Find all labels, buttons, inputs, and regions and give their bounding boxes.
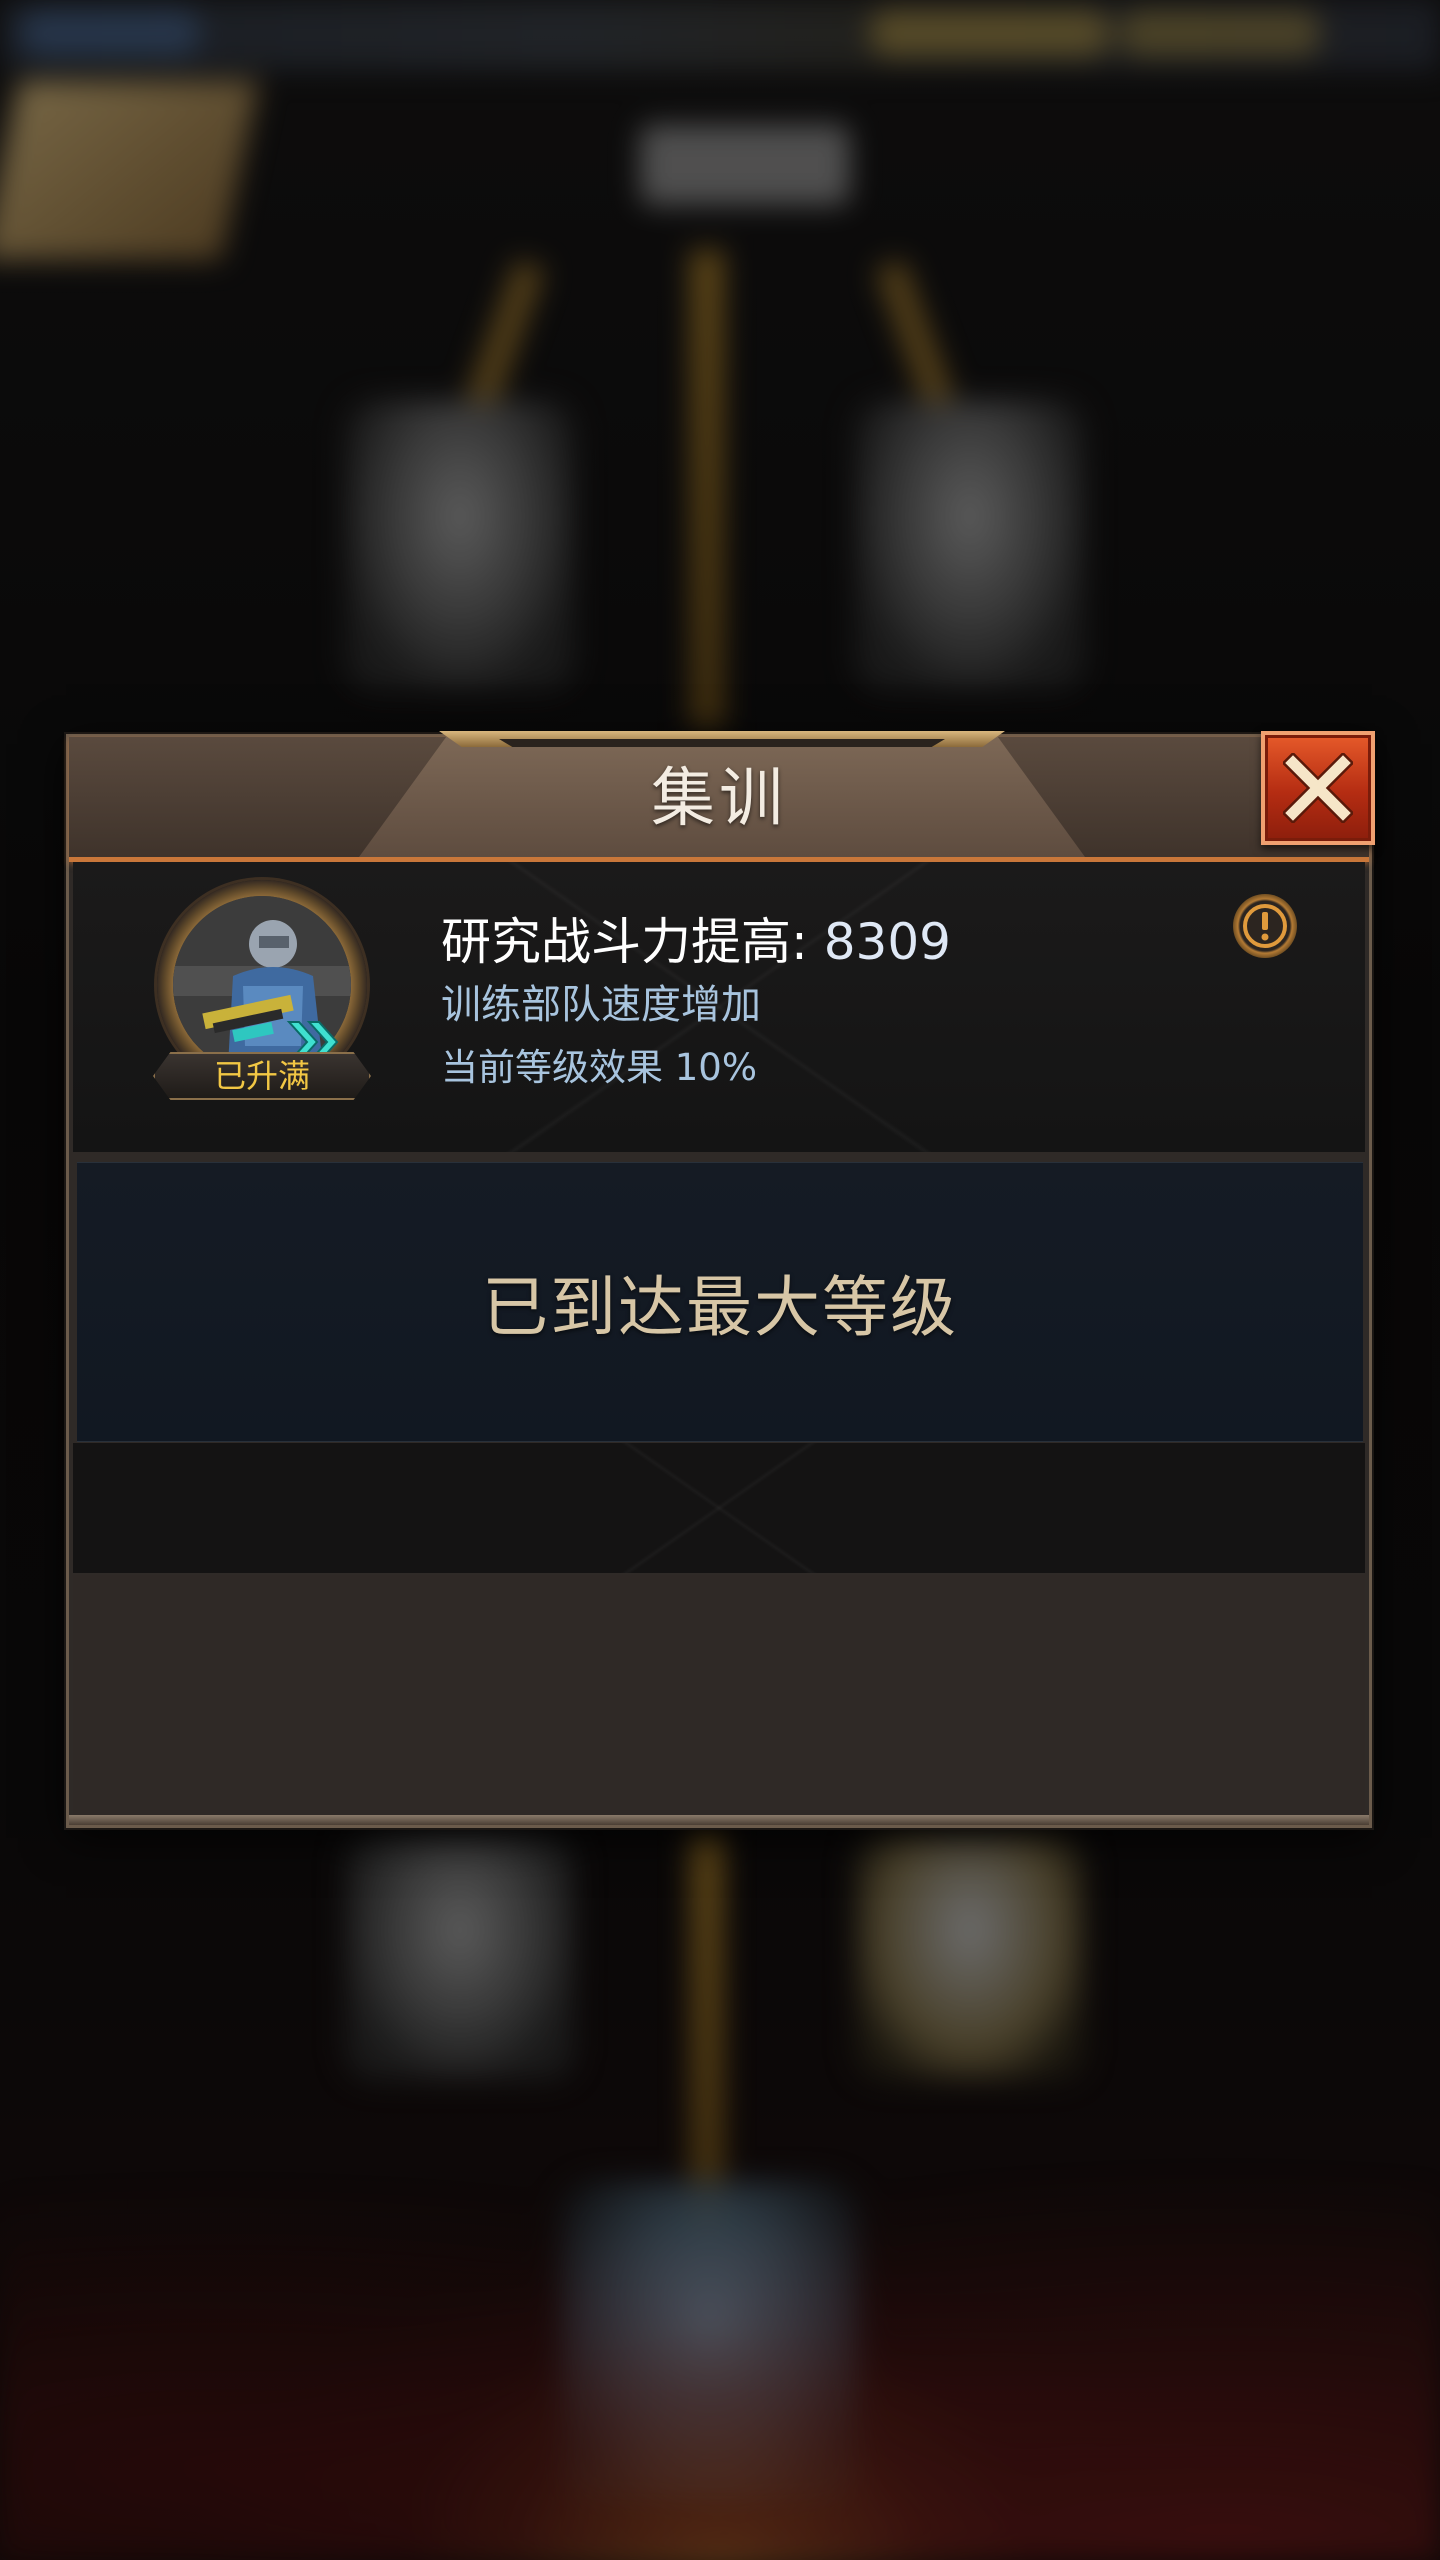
- dialog-header: 集训: [69, 731, 1369, 862]
- power-value: 8309: [823, 913, 951, 971]
- game-screen: 集训 已升满 研究战斗力提高: 8309 训练部队速度增加 当前等级效果 10%…: [0, 0, 1440, 2560]
- decorative-grid: [73, 1443, 1365, 1573]
- max-level-text: 已到达最大等级: [482, 1269, 958, 1346]
- close-button[interactable]: [1261, 731, 1375, 845]
- dialog-title: 集训: [651, 762, 787, 836]
- research-dialog: 集训 已升满 研究战斗力提高: 8309 训练部队速度增加 当前等级效果 10%…: [66, 731, 1375, 1828]
- power-label: 研究战斗力提高:: [441, 913, 824, 971]
- dialog-bottom-rim: [69, 1815, 1369, 1825]
- close-icon: [1265, 735, 1371, 841]
- info-button[interactable]: [1233, 894, 1297, 958]
- effect-name: 训练部队速度增加: [441, 982, 761, 1028]
- research-info-panel: 已升满 研究战斗力提高: 8309 训练部队速度增加 当前等级效果 10%: [73, 862, 1365, 1152]
- current-effect: 当前等级效果 10%: [441, 1046, 757, 1089]
- dialog-footer: [73, 1575, 1365, 1815]
- level-status-badge: 已升满: [153, 1052, 371, 1100]
- max-level-panel: 已到达最大等级: [77, 1162, 1363, 1442]
- research-power-line: 研究战斗力提高: 8309: [441, 902, 951, 974]
- exclamation-circle-icon: [1233, 894, 1297, 958]
